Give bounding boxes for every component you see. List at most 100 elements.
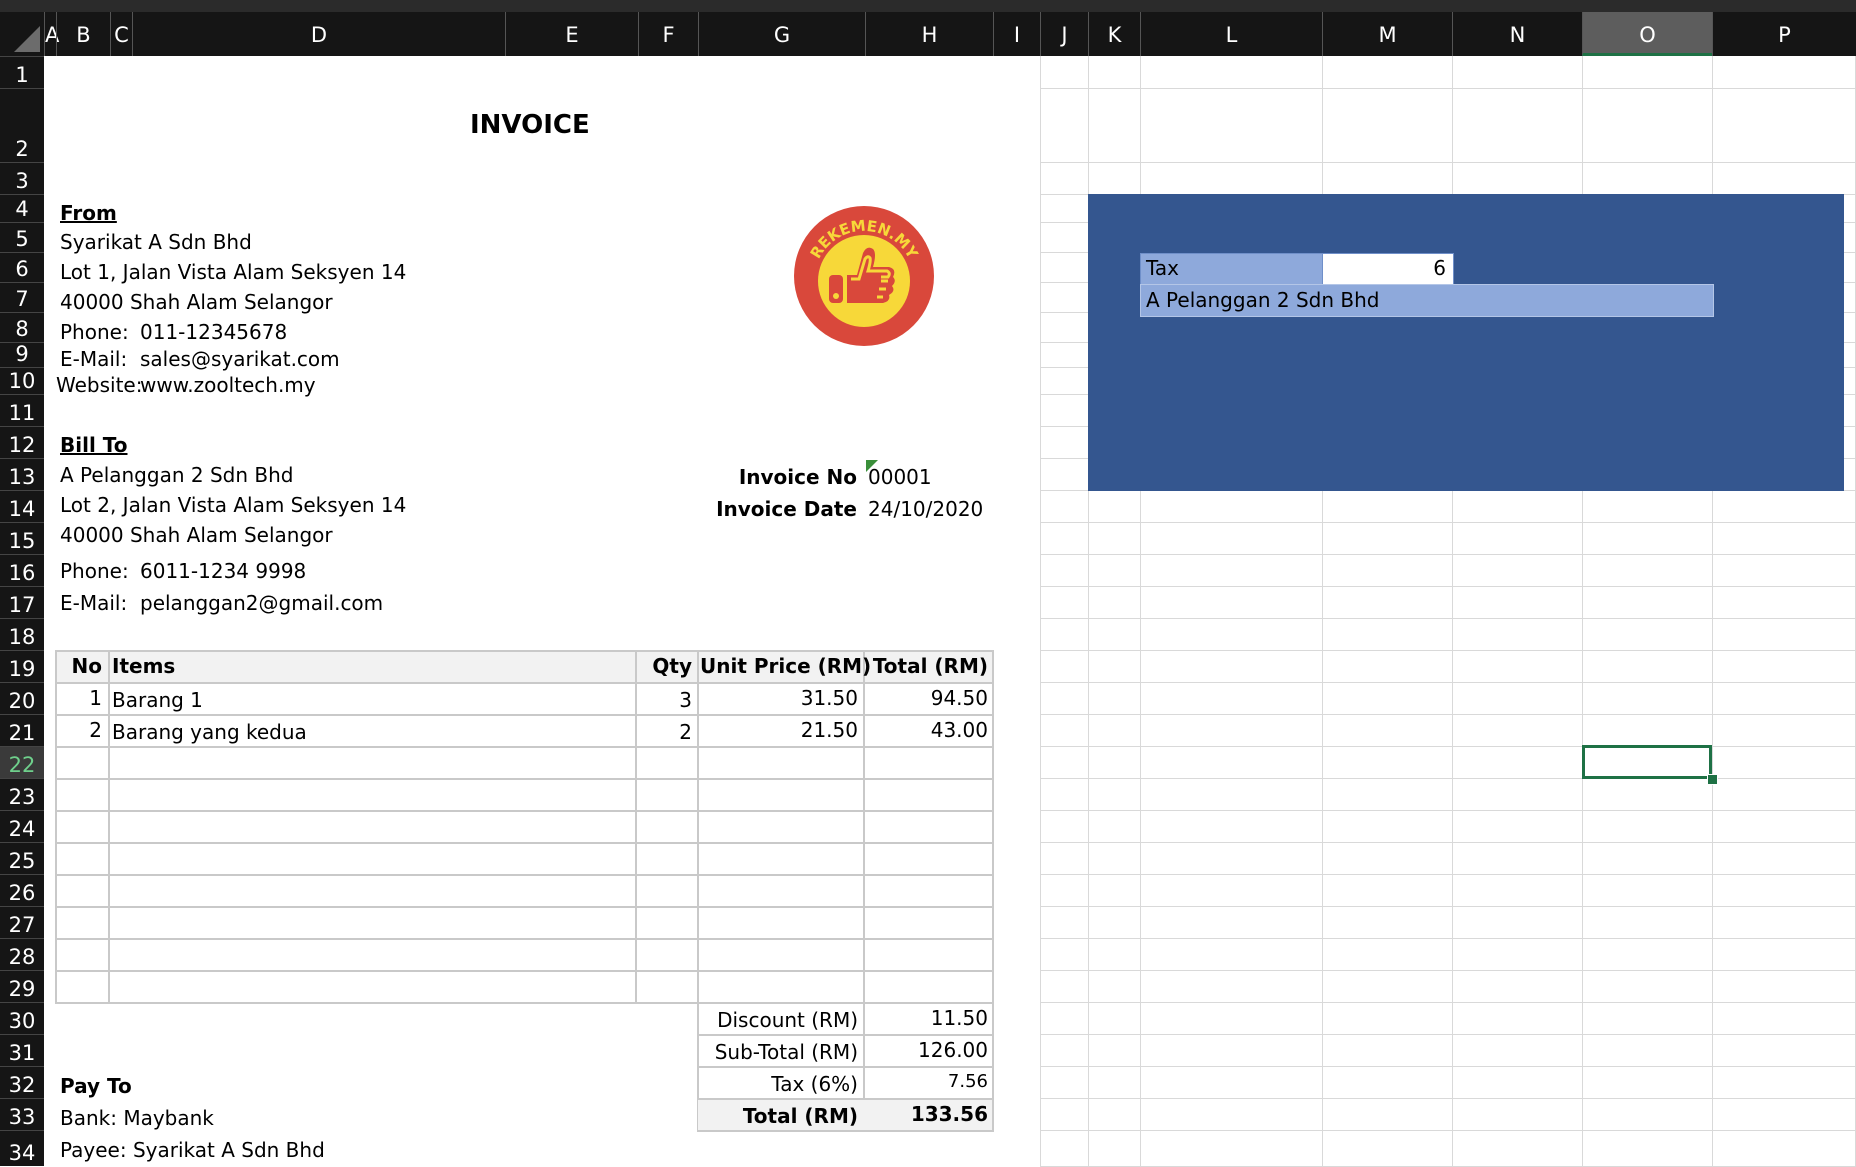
pay-to-bank: Bank: Maybank bbox=[60, 1106, 214, 1130]
to-phone-label: Phone: bbox=[60, 559, 129, 583]
grid-line-horizontal bbox=[1040, 1066, 1856, 1067]
row-header-11[interactable]: 11 bbox=[0, 394, 44, 426]
column-header-n[interactable]: N bbox=[1452, 12, 1582, 56]
row-header-16[interactable]: 16 bbox=[0, 554, 44, 586]
table-grid-line bbox=[55, 650, 994, 652]
row-header-8[interactable]: 8 bbox=[0, 312, 44, 342]
row-header-23[interactable]: 23 bbox=[0, 778, 44, 810]
row-header-27[interactable]: 27 bbox=[0, 906, 44, 938]
grid-line-horizontal bbox=[1040, 618, 1856, 619]
side-panel bbox=[1088, 194, 1844, 491]
column-header-d[interactable]: D bbox=[132, 12, 505, 56]
column-header-l[interactable]: L bbox=[1140, 12, 1322, 56]
row-header-2[interactable]: 2 bbox=[0, 88, 44, 162]
column-header-o[interactable]: O bbox=[1582, 12, 1712, 56]
row-header-5[interactable]: 5 bbox=[0, 222, 44, 252]
from-website: www.zooltech.my bbox=[140, 373, 316, 397]
from-email: sales@syarikat.com bbox=[140, 347, 340, 371]
tax-value: 7.56 bbox=[947, 1071, 988, 1092]
fill-handle[interactable] bbox=[1707, 774, 1718, 785]
row1-qty: 3 bbox=[679, 688, 692, 712]
column-header-f[interactable]: F bbox=[638, 12, 698, 56]
column-header-i[interactable]: I bbox=[993, 12, 1040, 56]
select-all-corner[interactable] bbox=[0, 12, 44, 56]
row-header-30[interactable]: 30 bbox=[0, 1002, 44, 1034]
table-grid-line bbox=[55, 938, 994, 940]
row1-unit-price: 31.50 bbox=[800, 686, 858, 710]
column-header-p[interactable]: P bbox=[1712, 12, 1856, 56]
row-header-29[interactable]: 29 bbox=[0, 970, 44, 1002]
row-header-1[interactable]: 1 bbox=[0, 56, 44, 88]
grid-line-horizontal bbox=[1040, 1130, 1856, 1131]
table-grid-line bbox=[992, 650, 994, 1004]
table-grid-line bbox=[55, 746, 994, 748]
row-header-28[interactable]: 28 bbox=[0, 938, 44, 970]
grid-line-horizontal bbox=[1040, 1098, 1856, 1099]
grid-line-horizontal bbox=[1040, 714, 1856, 715]
row-header-13[interactable]: 13 bbox=[0, 458, 44, 490]
column-header-k[interactable]: K bbox=[1088, 12, 1140, 56]
row-header-25[interactable]: 25 bbox=[0, 842, 44, 874]
row-header-21[interactable]: 21 bbox=[0, 714, 44, 746]
row-header-32[interactable]: 32 bbox=[0, 1066, 44, 1098]
side-tax-value: 6 bbox=[1433, 256, 1446, 280]
to-name: A Pelanggan 2 Sdn Bhd bbox=[60, 463, 294, 487]
table-grid-line bbox=[55, 874, 994, 876]
row-header-20[interactable]: 20 bbox=[0, 682, 44, 714]
col-header-qty: Qty bbox=[652, 654, 692, 678]
row-header-19[interactable]: 19 bbox=[0, 650, 44, 682]
grid-line-horizontal bbox=[1040, 522, 1856, 523]
invoice-date-value: 24/10/2020 bbox=[868, 497, 984, 521]
grid-line-horizontal bbox=[1040, 874, 1856, 875]
row-header-26[interactable]: 26 bbox=[0, 874, 44, 906]
column-header-j[interactable]: J bbox=[1040, 12, 1088, 56]
row-header-14[interactable]: 14 bbox=[0, 490, 44, 522]
from-phone: 011-12345678 bbox=[140, 320, 288, 344]
grid-line-horizontal bbox=[1040, 162, 1856, 163]
row-header-24[interactable]: 24 bbox=[0, 810, 44, 842]
summary-grid-line bbox=[992, 1002, 994, 1132]
row-header-22[interactable]: 22 bbox=[0, 746, 44, 778]
grid-line-horizontal bbox=[1040, 938, 1856, 939]
grid-line-horizontal bbox=[1040, 586, 1856, 587]
row-header-10[interactable]: 10 bbox=[0, 367, 44, 394]
tax-label: Tax (6%) bbox=[771, 1072, 858, 1096]
column-header-a[interactable]: A bbox=[44, 12, 59, 56]
grid-line-horizontal bbox=[1040, 906, 1856, 907]
row1-total: 94.50 bbox=[930, 686, 988, 710]
row-header-34[interactable]: 34 bbox=[0, 1130, 44, 1166]
row-header-7[interactable]: 7 bbox=[0, 282, 44, 312]
table-grid-line bbox=[55, 682, 994, 684]
active-cell-selection[interactable] bbox=[1582, 745, 1712, 779]
row-header-6[interactable]: 6 bbox=[0, 252, 44, 282]
row-header-12[interactable]: 12 bbox=[0, 426, 44, 458]
row-header-17[interactable]: 17 bbox=[0, 586, 44, 618]
table-grid-line bbox=[55, 650, 57, 1004]
column-header-c[interactable]: C bbox=[110, 12, 132, 56]
row-header-18[interactable]: 18 bbox=[0, 618, 44, 650]
row-header-4[interactable]: 4 bbox=[0, 194, 44, 222]
rekemen-logo-icon: REKEMEN.MY bbox=[794, 206, 934, 346]
col-header-no: No bbox=[71, 654, 102, 678]
from-phone-label: Phone: bbox=[60, 320, 129, 344]
from-address-2: 40000 Shah Alam Selangor bbox=[60, 290, 333, 314]
column-header-b[interactable]: B bbox=[56, 12, 110, 56]
invoice-title: INVOICE bbox=[470, 110, 590, 140]
row-header-15[interactable]: 15 bbox=[0, 522, 44, 554]
row-header-33[interactable]: 33 bbox=[0, 1098, 44, 1130]
subtotal-label: Sub-Total (RM) bbox=[714, 1040, 858, 1064]
row-header-3[interactable]: 3 bbox=[0, 162, 44, 194]
grid-line-horizontal bbox=[1040, 88, 1856, 89]
column-header-h[interactable]: H bbox=[865, 12, 993, 56]
row1-item: Barang 1 bbox=[112, 688, 203, 712]
column-header-e[interactable]: E bbox=[505, 12, 638, 56]
column-header-m[interactable]: M bbox=[1322, 12, 1452, 56]
row2-unit-price: 21.50 bbox=[800, 718, 858, 742]
column-header-g[interactable]: G bbox=[698, 12, 865, 56]
table-grid-line bbox=[55, 778, 994, 780]
side-customer-name: A Pelanggan 2 Sdn Bhd bbox=[1146, 288, 1380, 312]
row-header-9[interactable]: 9 bbox=[0, 342, 44, 367]
grid-line-horizontal bbox=[1040, 650, 1856, 651]
bill-to-label: Bill To bbox=[60, 433, 128, 457]
row-header-31[interactable]: 31 bbox=[0, 1034, 44, 1066]
